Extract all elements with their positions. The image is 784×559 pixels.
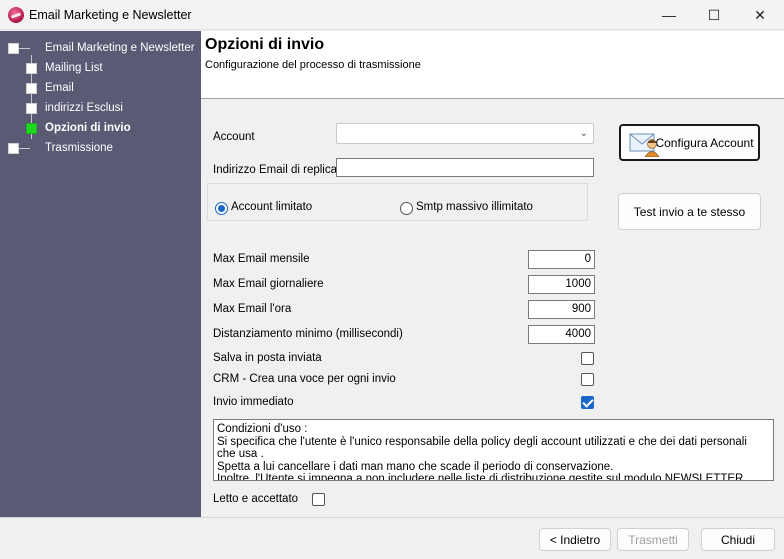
- send-button[interactable]: Trasmetti: [617, 528, 689, 551]
- accepted-checkbox[interactable]: [312, 493, 325, 506]
- max-daily-input[interactable]: 1000: [528, 275, 595, 294]
- maximize-button[interactable]: ☐: [691, 0, 737, 30]
- immediate-send-checkbox[interactable]: [581, 396, 594, 409]
- sidebar-item-root[interactable]: Email Marketing e Newsletter: [45, 42, 195, 54]
- configure-account-label: Configura Account: [655, 135, 754, 150]
- page-title: Opzioni di invio: [205, 36, 325, 53]
- max-daily-label: Max Email giornaliere: [213, 278, 324, 290]
- app-logo-icon: [8, 7, 24, 23]
- sidebar-item-transmission[interactable]: Trasmissione: [45, 142, 113, 154]
- tree-connector: [19, 48, 30, 49]
- reply-email-input[interactable]: [336, 158, 594, 177]
- reply-email-label: Indirizzo Email di replica: [213, 164, 337, 176]
- terms-line: Condizioni d'uso :: [217, 423, 308, 435]
- sidebar-item-mailing-list[interactable]: Mailing List: [45, 62, 103, 74]
- active-node-icon: [26, 123, 37, 134]
- close-window-button[interactable]: ✕: [737, 0, 783, 30]
- tree-node-icon: [26, 103, 37, 114]
- page-header: Opzioni di invio Configurazione del proc…: [201, 31, 784, 99]
- save-sent-label: Salva in posta inviata: [213, 352, 322, 364]
- wizard-steps-sidebar: Email Marketing e Newsletter Mailing Lis…: [0, 31, 201, 517]
- max-hour-input[interactable]: 900: [528, 300, 595, 319]
- terms-line: Si specifica che l'utente è l'unico resp…: [217, 435, 747, 448]
- test-send-button[interactable]: Test invio a te stesso: [618, 193, 761, 230]
- account-limited-radio[interactable]: [215, 202, 228, 215]
- account-select[interactable]: ⌄: [336, 123, 594, 144]
- tree-node-icon: [26, 63, 37, 74]
- chevron-down-icon: ⌄: [579, 128, 588, 139]
- account-label: Account: [213, 131, 255, 143]
- max-monthly-label: Max Email mensile: [213, 253, 310, 265]
- immediate-send-label: Invio immediato: [213, 396, 294, 408]
- wizard-footer: < Indietro Trasmetti Chiudi: [0, 517, 784, 559]
- tree-connector: [19, 148, 30, 149]
- sidebar-item-send-options[interactable]: Opzioni di invio: [45, 122, 131, 134]
- terms-textarea[interactable]: Condizioni d'uso : Si specifica che l'ut…: [213, 419, 774, 481]
- crm-label: CRM - Crea una voce per ogni invio: [213, 373, 396, 385]
- account-limited-label: Account limitato: [231, 201, 313, 213]
- sidebar-item-email[interactable]: Email: [45, 82, 74, 94]
- terms-line: Inoltre, l'Utente si impegna a non inclu…: [217, 473, 744, 481]
- sidebar-item-excluded[interactable]: indirizzi Esclusi: [45, 102, 123, 114]
- max-monthly-input[interactable]: 0: [528, 250, 595, 269]
- title-bar: Email Marketing e Newsletter — ☐ ✕: [0, 0, 784, 30]
- tree-node-icon: [26, 83, 37, 94]
- accepted-label: Letto e accettato: [213, 493, 299, 505]
- smtp-unlimited-radio[interactable]: [400, 202, 413, 215]
- options-panel: Account ⌄ Indirizzo Email di replica Con…: [201, 99, 784, 517]
- crm-checkbox[interactable]: [581, 373, 594, 386]
- configure-account-button[interactable]: Configura Account: [619, 124, 760, 161]
- tree-node-icon: [8, 143, 19, 154]
- account-envelope-icon: [629, 133, 660, 157]
- terms-line: che usa .: [217, 448, 264, 460]
- smtp-unlimited-label: Smtp massivo illimitato: [416, 201, 533, 213]
- max-hour-label: Max Email l'ora: [213, 303, 292, 315]
- spacing-input[interactable]: 4000: [528, 325, 595, 344]
- back-button[interactable]: < Indietro: [539, 528, 611, 551]
- spacing-label: Distanziamento minimo (millisecondi): [213, 328, 403, 340]
- tree-node-icon: [8, 43, 19, 54]
- window-title: Email Marketing e Newsletter: [29, 8, 192, 22]
- close-button[interactable]: Chiudi: [701, 528, 775, 551]
- page-subtitle: Configurazione del processo di trasmissi…: [205, 59, 421, 71]
- terms-line: Spetta a lui cancellare i dati man mano …: [217, 460, 614, 473]
- save-sent-checkbox[interactable]: [581, 352, 594, 365]
- minimize-button[interactable]: —: [646, 0, 692, 30]
